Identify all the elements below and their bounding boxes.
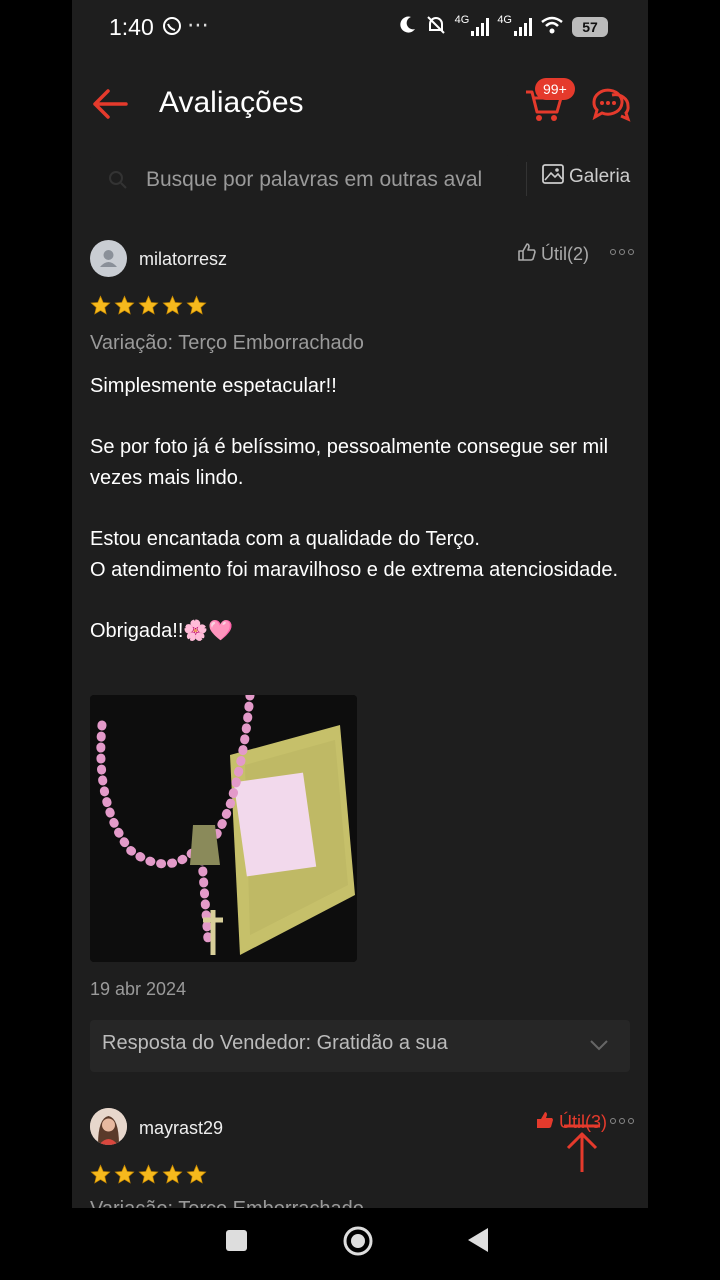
review-text-line	[90, 493, 630, 524]
seller-reply-text: Resposta do Vendedor: Gratidão a sua	[102, 1032, 448, 1054]
moon-icon	[397, 15, 417, 38]
wifi-icon	[540, 15, 564, 38]
star-icon	[90, 1164, 111, 1184]
review-username: milatorresz	[139, 249, 228, 269]
thumbs-up-filled-icon	[535, 1110, 555, 1135]
gallery-label: Galeria	[569, 166, 631, 187]
search-input[interactable]: Busque por palavras em outras aval	[90, 154, 510, 200]
cart-badge: 99+	[535, 78, 575, 100]
review-date: 19 abr 2024	[90, 979, 187, 999]
review-photo[interactable]	[90, 695, 357, 962]
review-variation: Variação: Terço Emborrachado	[90, 1198, 364, 1208]
whatsapp-icon	[162, 16, 182, 41]
divider	[526, 162, 527, 196]
status-time: 1:40	[109, 14, 154, 40]
star-icon	[90, 295, 111, 315]
network-label-2: 4G	[497, 14, 512, 26]
star-icon	[162, 295, 183, 315]
home-icon[interactable]	[343, 1226, 373, 1256]
review-text-line	[90, 402, 630, 433]
search-placeholder: Busque por palavras em outras aval	[146, 168, 483, 191]
image-icon	[542, 164, 564, 190]
back-triangle-icon[interactable]	[466, 1226, 490, 1254]
recent-apps-icon[interactable]	[226, 1230, 247, 1251]
avatar	[90, 240, 127, 277]
review-text: Simplesmente espetacular!! Se por foto j…	[90, 371, 630, 646]
review-text-line: Se por foto já é belíssimo, pessoalmente…	[90, 436, 609, 489]
mute-bell-icon	[425, 14, 447, 39]
review-variation: Variação: Terço Emborrachado	[90, 332, 364, 354]
signal-icon-2	[514, 17, 532, 36]
star-icon	[114, 295, 135, 315]
seller-reply[interactable]: Resposta do Vendedor: Gratidão a sua	[90, 1020, 630, 1072]
more-options-icon[interactable]	[610, 1118, 634, 1124]
review-text-line: Obrigada!!🌸🩷	[90, 619, 234, 642]
status-more-icon: ⋯	[187, 12, 209, 37]
helpful-button[interactable]: Útil(2)	[517, 242, 589, 267]
rating-stars	[90, 1164, 207, 1185]
star-icon	[114, 1164, 135, 1184]
search-row: Busque por palavras em outras aval Galer…	[90, 150, 648, 206]
signal-icon-1	[471, 17, 490, 36]
rating-stars	[90, 295, 207, 316]
star-icon	[186, 295, 207, 315]
star-icon	[162, 1164, 183, 1184]
back-arrow-icon[interactable]	[90, 86, 130, 122]
gallery-button[interactable]: Galeria	[542, 164, 630, 190]
system-nav-bar	[0, 1208, 720, 1280]
app-header: Avaliações 99+	[72, 70, 648, 140]
helpful-label: Útil(2)	[541, 244, 589, 264]
review-text-line: Simplesmente espetacular!!	[90, 375, 337, 397]
status-icons: 4G 4G 57	[397, 14, 608, 39]
chat-icon[interactable]	[590, 86, 632, 124]
search-icon	[108, 170, 128, 190]
review-text-line: O atendimento foi maravilhoso e de extre…	[90, 558, 619, 581]
chevron-down-icon[interactable]	[588, 1034, 610, 1056]
more-options-icon[interactable]	[610, 249, 634, 255]
star-icon	[186, 1164, 207, 1184]
status-bar: 1:40 ⋯ 4G 4G 57	[72, 0, 648, 56]
battery-icon: 57	[572, 16, 608, 37]
scroll-to-top-icon[interactable]	[556, 1120, 608, 1180]
app-screen: 1:40 ⋯ 4G 4G 57 Avaliações 99+ Busque po…	[72, 0, 648, 1208]
star-icon	[138, 1164, 159, 1184]
review-text-line	[90, 585, 630, 616]
star-icon	[138, 295, 159, 315]
review-text-line: Estou encantada com a qualidade do Terço…	[90, 527, 480, 550]
avatar	[90, 1108, 127, 1145]
thumbs-up-icon	[517, 242, 537, 267]
network-label-1: 4G	[454, 14, 470, 26]
review-username: mayrast29	[139, 1118, 224, 1138]
page-title: Avaliações	[159, 86, 304, 119]
